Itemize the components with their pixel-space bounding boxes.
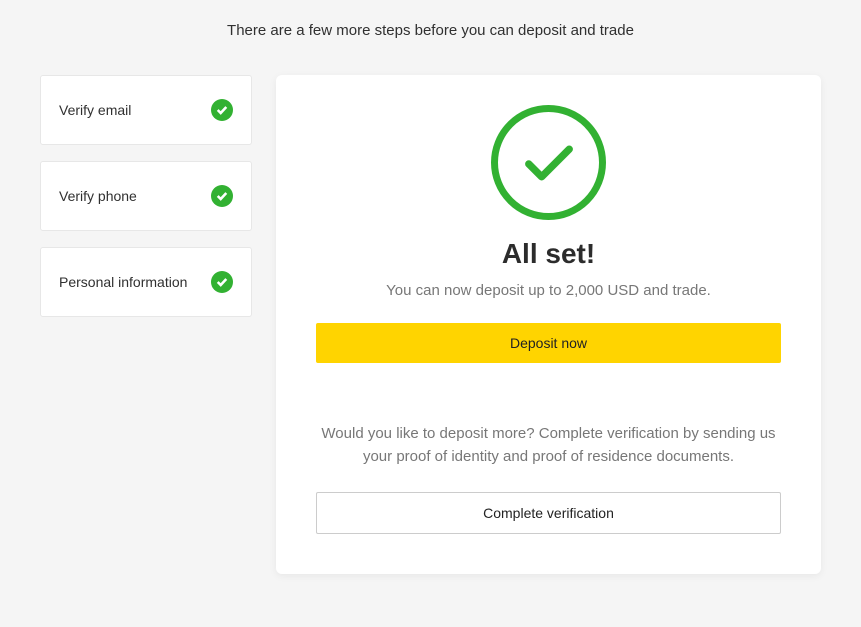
complete-verification-button[interactable]: Complete verification bbox=[316, 492, 781, 534]
main-card: All set! You can now deposit up to 2,000… bbox=[276, 75, 821, 574]
step-label: Verify phone bbox=[59, 188, 137, 204]
check-circle-icon bbox=[211, 99, 233, 121]
verification-more-text: Would you like to deposit more? Complete… bbox=[316, 423, 781, 468]
deposit-now-button[interactable]: Deposit now bbox=[316, 323, 781, 363]
main-title: All set! bbox=[316, 238, 781, 270]
step-label: Personal information bbox=[59, 274, 187, 290]
check-circle-icon bbox=[211, 271, 233, 293]
content-area: Verify email Verify phone Personal infor… bbox=[0, 47, 861, 574]
step-personal-information[interactable]: Personal information bbox=[40, 247, 252, 317]
main-subtitle: You can now deposit up to 2,000 USD and … bbox=[316, 282, 781, 299]
check-circle-icon bbox=[211, 185, 233, 207]
step-label: Verify email bbox=[59, 102, 131, 118]
verification-steps-sidebar: Verify email Verify phone Personal infor… bbox=[40, 75, 252, 574]
page-header-text: There are a few more steps before you ca… bbox=[227, 22, 634, 39]
step-verify-phone[interactable]: Verify phone bbox=[40, 161, 252, 231]
success-check-icon bbox=[491, 105, 606, 220]
page-header: There are a few more steps before you ca… bbox=[0, 0, 861, 47]
step-verify-email[interactable]: Verify email bbox=[40, 75, 252, 145]
